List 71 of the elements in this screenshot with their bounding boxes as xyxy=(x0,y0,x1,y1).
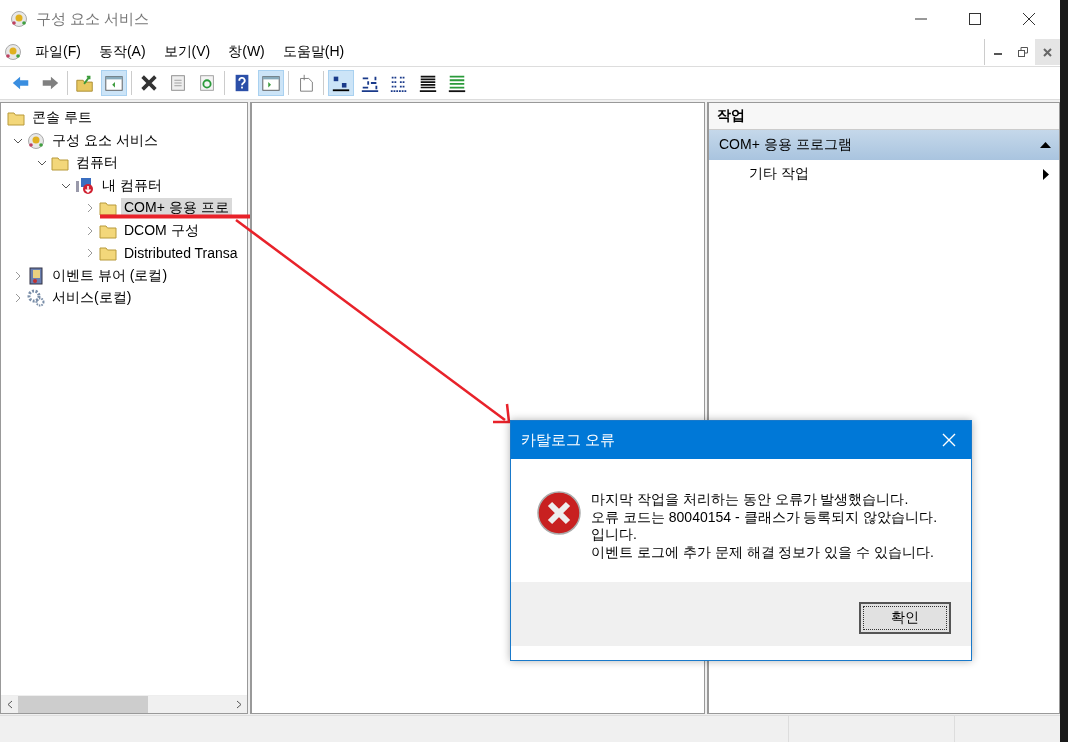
maximize-icon xyxy=(969,13,981,25)
expanded-chevron-icon[interactable] xyxy=(37,159,47,168)
tree-item[interactable]: 콘솔 루트 xyxy=(29,108,95,129)
dialog-title: 카탈로그 오류 xyxy=(521,430,617,450)
gear-icon xyxy=(27,289,45,308)
collapsed-chevron-icon[interactable] xyxy=(86,203,94,214)
tree-item[interactable]: DCOM 구성 xyxy=(121,220,202,241)
collapsed-chevron-icon[interactable] xyxy=(14,293,22,304)
component-icon xyxy=(4,43,22,61)
custom-view-icon xyxy=(447,75,467,93)
folder-icon xyxy=(7,110,25,127)
pane-heading: 작업 xyxy=(717,107,745,125)
folder-icon xyxy=(99,200,117,217)
error-message: 마지막 작업을 처리하는 동안 오류가 발생했습니다. xyxy=(591,491,910,509)
tree-item[interactable]: 서비스(로컬) xyxy=(49,288,135,309)
collapse-triangle-icon[interactable] xyxy=(1040,142,1051,148)
collapsed-chevron-icon[interactable] xyxy=(86,248,94,259)
delete-icon xyxy=(140,74,158,92)
tree-item[interactable]: 컴퓨터 xyxy=(73,153,121,174)
expanded-chevron-icon[interactable] xyxy=(13,136,23,145)
error-message: 이벤트 로그에 추가 문제 해결 정보가 있을 수 있습니다. xyxy=(591,543,935,561)
error-message: 입니다. xyxy=(591,526,638,544)
restore-icon xyxy=(1017,47,1028,57)
sheet-icon xyxy=(171,75,185,91)
refresh-icon xyxy=(200,75,214,91)
list-view-icon xyxy=(389,76,409,93)
close-icon xyxy=(1022,12,1036,26)
close-icon xyxy=(1043,47,1052,57)
menu-item[interactable]: 보기(V) xyxy=(154,41,220,63)
left-arrow-icon xyxy=(12,76,29,90)
menu-item[interactable]: 창(W) xyxy=(219,41,274,63)
pane-icon xyxy=(105,76,123,91)
minimize-icon xyxy=(915,18,927,20)
page-icon xyxy=(300,74,313,92)
action-section-header[interactable]: COM+ 응용 프로그램 xyxy=(709,130,1059,160)
folder-icon xyxy=(99,245,117,262)
close-button[interactable] xyxy=(1035,39,1060,65)
tree-item[interactable]: 이벤트 뷰어 (로컬) xyxy=(49,265,171,286)
scrollbar-thumb[interactable] xyxy=(18,696,148,713)
menu-item[interactable]: 파일(F) xyxy=(26,41,90,63)
show-hide-console-tree-button[interactable] xyxy=(101,70,127,96)
error-icon xyxy=(537,491,581,535)
error-message: 오류 코드는 80040154 - 클래스가 등록되지 않았습니다. xyxy=(591,508,938,526)
submenu-arrow-icon xyxy=(1043,168,1049,180)
folder-icon xyxy=(99,222,117,239)
window-title: 구성 요소 서비스 xyxy=(36,9,151,29)
tree-item[interactable]: Distributed Transa xyxy=(121,244,241,263)
menu-item[interactable]: 도움말(H) xyxy=(273,41,354,63)
collapsed-chevron-icon[interactable] xyxy=(86,225,94,236)
close-icon xyxy=(942,433,956,447)
expanded-chevron-icon[interactable] xyxy=(61,181,71,190)
ok-button[interactable]: 확인 xyxy=(859,602,951,634)
action-item[interactable]: 기타 작업 xyxy=(709,160,1059,188)
detail-view-icon xyxy=(419,75,437,92)
menu-item[interactable]: 동작(A) xyxy=(89,41,155,63)
folder-up-icon xyxy=(76,75,93,92)
tree-item[interactable]: 구성 요소 서비스 xyxy=(49,130,161,151)
large-icons-view-button[interactable] xyxy=(328,70,354,96)
component-icon xyxy=(10,10,28,28)
show-hide-action-pane-button[interactable] xyxy=(258,70,284,96)
large-icons-view-icon xyxy=(331,76,351,92)
right-arrow-icon xyxy=(42,76,59,90)
pane-icon xyxy=(262,76,280,91)
log-book-icon xyxy=(27,266,45,285)
component-icon xyxy=(27,131,45,150)
help-icon xyxy=(235,74,249,92)
folder-icon xyxy=(51,155,69,172)
collapsed-chevron-icon[interactable] xyxy=(14,270,22,281)
small-icons-view-icon xyxy=(360,75,380,93)
computer-icon xyxy=(75,176,95,195)
tree-item[interactable]: 내 컴퓨터 xyxy=(99,175,165,196)
